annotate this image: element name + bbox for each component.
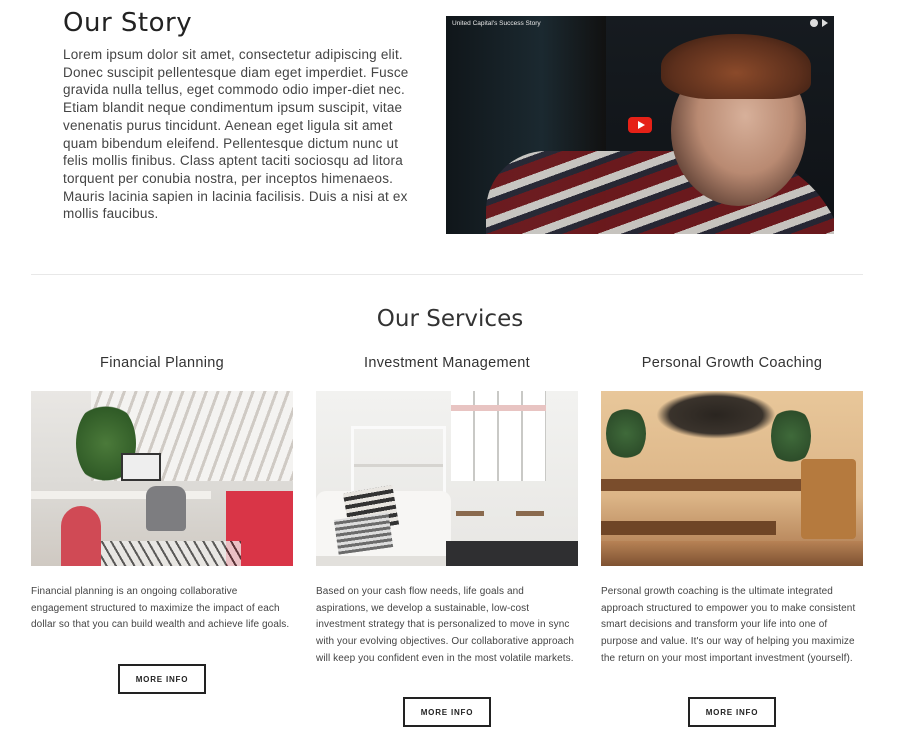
service-description: Financial planning is an ongoing collabo… (31, 586, 290, 631)
office-image (31, 391, 293, 566)
story-video[interactable]: United Capital's Success Story (446, 16, 834, 234)
service-description: Personal growth coaching is the ultimate… (601, 586, 856, 664)
story-body: Lorem ipsum dolor sit amet, consectetur … (63, 47, 409, 222)
story-title: Our Story (63, 8, 193, 38)
section-divider (31, 274, 863, 275)
services-title: Our Services (376, 306, 524, 332)
more-info-button-investment-management[interactable]: MORE INFO (403, 697, 491, 727)
service-description: Based on your cash flow needs, life goal… (316, 586, 575, 664)
clock-icon[interactable] (810, 19, 818, 27)
video-title[interactable]: United Capital's Success Story (452, 20, 541, 27)
service-name: Investment Management (364, 355, 530, 371)
dining-room-image (601, 391, 863, 566)
share-icon[interactable] (822, 19, 828, 27)
more-info-button-financial-planning[interactable]: MORE INFO (118, 664, 206, 694)
service-name: Personal Growth Coaching (641, 355, 823, 371)
living-room-image (316, 391, 578, 566)
service-personal-growth-coaching: Personal Growth Coaching Personal growth… (601, 355, 863, 668)
video-child-hair (661, 34, 811, 99)
youtube-play-icon[interactable] (628, 117, 652, 133)
service-investment-management: Investment Management Based on your cash… (316, 355, 578, 668)
service-name: Financial Planning (100, 355, 224, 371)
more-info-button-personal-growth-coaching[interactable]: MORE INFO (688, 697, 776, 727)
service-financial-planning: Financial Planning Financial planning is… (31, 355, 293, 634)
